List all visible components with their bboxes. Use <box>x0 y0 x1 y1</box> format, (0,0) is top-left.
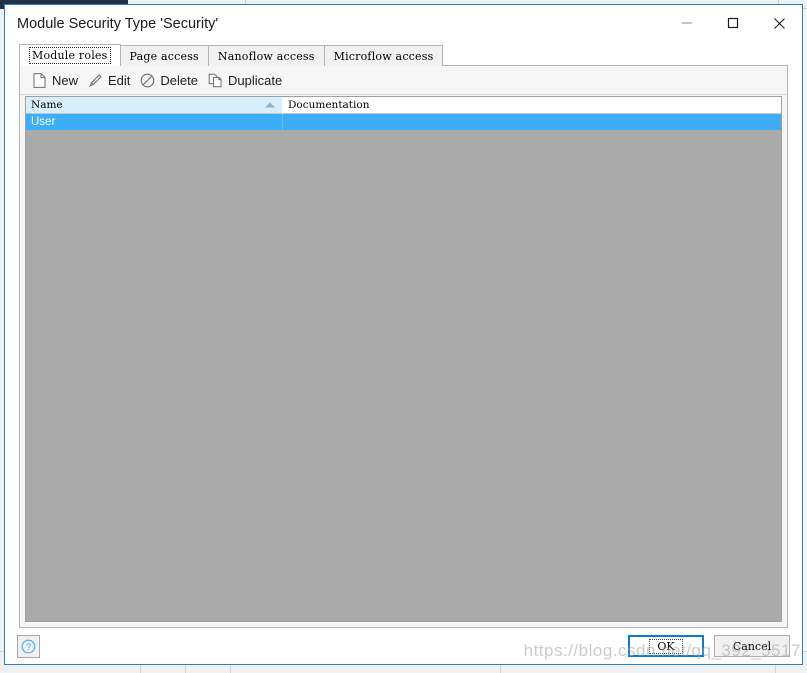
tab-nanoflow-access[interactable]: Nanoflow access <box>207 45 325 66</box>
tab-module-roles[interactable]: Module roles <box>19 44 121 66</box>
dialog-title: Module Security Type 'Security' <box>17 15 219 32</box>
tab-strip: Module roles Page access Nanoflow access… <box>5 42 802 66</box>
dialog-action-buttons: OK Cancel <box>628 635 790 657</box>
grid-header-row: Name Documentation <box>26 97 781 114</box>
grid-body[interactable]: User <box>26 114 781 621</box>
module-roles-panel: New Edit Delete Duplicate Name Documenta… <box>19 66 788 628</box>
sort-ascending-icon <box>265 102 275 108</box>
tab-nanoflow-access-label: Nanoflow access <box>217 49 315 63</box>
dialog-footer: ? OK Cancel <box>5 628 802 664</box>
module-roles-grid: Name Documentation User <box>25 96 782 622</box>
no-entry-icon <box>140 73 155 88</box>
tab-microflow-access[interactable]: Microflow access <box>323 45 444 66</box>
column-header-documentation-label: Documentation <box>288 99 370 111</box>
dialog-title-bar: Module Security Type 'Security' <box>5 5 802 42</box>
close-button[interactable] <box>756 5 802 41</box>
delete-button-label: Delete <box>160 72 198 88</box>
tab-module-roles-label: Module roles <box>29 47 111 64</box>
maximize-button[interactable] <box>710 5 756 41</box>
svg-text:?: ? <box>26 642 31 653</box>
duplicate-button-label: Duplicate <box>228 72 283 88</box>
column-header-name-label: Name <box>31 99 63 111</box>
question-mark-icon: ? <box>21 639 36 653</box>
new-button[interactable]: New <box>28 69 84 91</box>
new-button-label: New <box>52 72 79 88</box>
cancel-button[interactable]: Cancel <box>714 635 790 657</box>
delete-button[interactable]: Delete <box>136 69 204 91</box>
tab-microflow-access-label: Microflow access <box>333 49 434 63</box>
tab-page-access-label: Page access <box>129 49 199 63</box>
cancel-button-label: Cancel <box>732 639 772 653</box>
duplicate-button[interactable]: Duplicate <box>204 69 288 91</box>
table-row[interactable]: User <box>26 114 781 130</box>
grid-toolbar: New Edit Delete Duplicate <box>20 66 787 95</box>
cell-name: User <box>26 114 283 130</box>
pencil-icon <box>88 73 103 88</box>
window-controls <box>664 5 802 42</box>
ok-button[interactable]: OK <box>628 635 704 657</box>
tab-page-access[interactable]: Page access <box>119 45 209 66</box>
page-icon <box>32 72 47 88</box>
help-button[interactable]: ? <box>17 634 40 658</box>
copy-icon <box>208 73 223 88</box>
edit-button-label: Edit <box>108 72 131 88</box>
column-header-documentation[interactable]: Documentation <box>283 97 781 114</box>
cell-documentation <box>283 114 781 130</box>
module-security-type-dialog: Module Security Type 'Security' Module r… <box>4 4 803 665</box>
edit-button[interactable]: Edit <box>84 69 136 91</box>
minimize-button[interactable] <box>664 5 710 41</box>
ok-button-label: OK <box>649 638 683 654</box>
column-header-name[interactable]: Name <box>26 97 283 114</box>
